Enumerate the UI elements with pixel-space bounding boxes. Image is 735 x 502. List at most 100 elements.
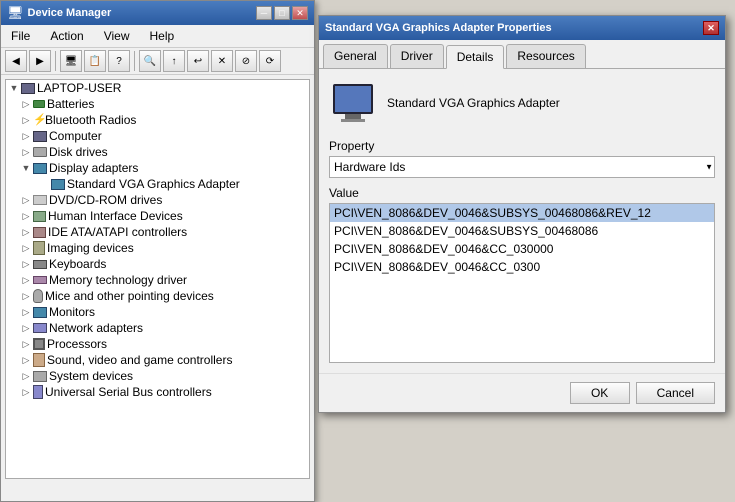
close-dm-button[interactable]: ✕	[292, 6, 308, 20]
mice-arrow: ▷	[20, 290, 32, 302]
tree-netadapters[interactable]: ▷ Network adapters	[6, 320, 309, 336]
tree-diskdrives[interactable]: ▷ Disk drives	[6, 144, 309, 160]
tree-computer[interactable]: ▷ Computer	[6, 128, 309, 144]
imaging-icon	[33, 241, 45, 255]
property-select-wrapper: Hardware Ids Compatible Ids Class Class …	[329, 156, 715, 178]
disable-button[interactable]: ⊘	[235, 50, 257, 72]
bluetooth-icon: ⚡	[33, 113, 43, 127]
forward-button[interactable]: ▶	[29, 50, 51, 72]
tab-resources[interactable]: Resources	[506, 44, 585, 68]
monitors-icon	[33, 307, 47, 318]
scan-button[interactable]: 🔍	[139, 50, 161, 72]
menu-file[interactable]: File	[5, 27, 36, 45]
tree-monitors[interactable]: ▷ Monitors	[6, 304, 309, 320]
help-button[interactable]: ?	[108, 50, 130, 72]
tree-root[interactable]: ▼ LAPTOP-USER	[6, 80, 309, 96]
rollback-button[interactable]: ↩	[187, 50, 209, 72]
diskdrives-arrow: ▷	[20, 146, 32, 158]
back-button[interactable]: ◀	[5, 50, 27, 72]
dvdrom-icon	[33, 195, 47, 205]
value-item-3[interactable]: PCI\VEN_8086&DEV_0046&CC_0300	[330, 258, 714, 276]
computer-icon-tree	[33, 131, 47, 142]
mice-icon	[33, 289, 43, 303]
imaging-arrow: ▷	[20, 242, 32, 254]
diskdrives-label: Disk drives	[49, 145, 108, 159]
memtech-arrow: ▷	[20, 274, 32, 286]
props-close-button[interactable]: ✕	[703, 21, 719, 35]
menu-help[interactable]: Help	[144, 27, 181, 45]
cancel-button[interactable]: Cancel	[636, 382, 715, 404]
tree-root-label: LAPTOP-USER	[37, 81, 121, 95]
tree-usb[interactable]: ▷ Universal Serial Bus controllers	[6, 384, 309, 400]
tree-imaging[interactable]: ▷ Imaging devices	[6, 240, 309, 256]
dm-window-controls: ─ □ ✕	[256, 6, 308, 20]
tree-keyboards[interactable]: ▷ Keyboards	[6, 256, 309, 272]
update-button[interactable]: ↑	[163, 50, 185, 72]
tree-memtech[interactable]: ▷ Memory technology driver	[6, 272, 309, 288]
bluetooth-arrow: ▷	[20, 114, 32, 126]
batteries-label: Batteries	[47, 97, 94, 111]
tree-batteries[interactable]: ▷ Batteries	[6, 96, 309, 112]
value-listbox[interactable]: PCI\VEN_8086&DEV_0046&SUBSYS_00468086&RE…	[329, 203, 715, 363]
sound-icon	[33, 353, 45, 367]
keyboards-label: Keyboards	[49, 257, 106, 271]
tree-sound[interactable]: ▷ Sound, video and game controllers	[6, 352, 309, 368]
property-label: Property	[329, 139, 715, 153]
tree-bluetooth[interactable]: ▷ ⚡ Bluetooth Radios	[6, 112, 309, 128]
hid-arrow: ▷	[20, 210, 32, 222]
usb-arrow: ▷	[20, 386, 32, 398]
computer-icon[interactable]: 🖥	[60, 50, 82, 72]
keyboards-icon	[33, 260, 47, 269]
device-manager-window: 🖥 Device Manager ─ □ ✕ File Action View …	[0, 0, 315, 502]
menu-view[interactable]: View	[98, 27, 136, 45]
dvdrom-arrow: ▷	[20, 194, 32, 206]
value-item-0[interactable]: PCI\VEN_8086&DEV_0046&SUBSYS_00468086&RE…	[330, 204, 714, 222]
netadapters-arrow: ▷	[20, 322, 32, 334]
tab-driver[interactable]: Driver	[390, 44, 444, 68]
properties-button[interactable]: 📋	[84, 50, 106, 72]
tree-dvdrom[interactable]: ▷ DVD/CD-ROM drives	[6, 192, 309, 208]
tab-general[interactable]: General	[323, 44, 388, 68]
ide-label: IDE ATA/ATAPI controllers	[48, 225, 187, 239]
restore-button[interactable]: □	[274, 6, 290, 20]
tree-displayadapters[interactable]: ▼ Display adapters	[6, 160, 309, 176]
computer-tree-icon	[21, 83, 35, 94]
tree-ide[interactable]: ▷ IDE ATA/ATAPI controllers	[6, 224, 309, 240]
sound-arrow: ▷	[20, 354, 32, 366]
toolbar-sep-1	[55, 51, 56, 71]
displayadapters-arrow: ▼	[20, 162, 32, 174]
tab-details[interactable]: Details	[446, 45, 505, 69]
memtech-label: Memory technology driver	[49, 273, 187, 287]
tree-system[interactable]: ▷ System devices	[6, 368, 309, 384]
processors-icon	[33, 338, 45, 350]
netadapters-icon	[33, 323, 47, 333]
value-label: Value	[329, 186, 715, 200]
system-label: System devices	[49, 369, 133, 383]
uninstall-button[interactable]: ✕	[211, 50, 233, 72]
tree-mice[interactable]: ▷ Mice and other pointing devices	[6, 288, 309, 304]
ok-button[interactable]: OK	[570, 382, 630, 404]
menu-action[interactable]: Action	[44, 27, 89, 45]
tree-hid[interactable]: ▷ Human Interface Devices	[6, 208, 309, 224]
properties-dialog: Standard VGA Graphics Adapter Properties…	[318, 15, 726, 413]
vga-icon	[51, 179, 65, 190]
bluetooth-label: Bluetooth Radios	[45, 113, 136, 127]
value-item-1[interactable]: PCI\VEN_8086&DEV_0046&SUBSYS_00468086	[330, 222, 714, 240]
scan2-button[interactable]: ⟳	[259, 50, 281, 72]
diskdrives-icon	[33, 147, 47, 157]
processors-label: Processors	[47, 337, 107, 351]
minimize-button[interactable]: ─	[256, 6, 272, 20]
hid-label: Human Interface Devices	[48, 209, 183, 223]
device-tree[interactable]: ▼ LAPTOP-USER ▷ Batteries ▷ ⚡ Bluetooth …	[5, 79, 310, 479]
tree-processors[interactable]: ▷ Processors	[6, 336, 309, 352]
toolbar: ◀ ▶ 🖥 📋 ? 🔍 ↑ ↩ ✕ ⊘ ⟳	[1, 48, 314, 75]
props-title: Standard VGA Graphics Adapter Properties	[325, 22, 552, 34]
value-item-2[interactable]: PCI\VEN_8086&DEV_0046&CC_030000	[330, 240, 714, 258]
sound-label: Sound, video and game controllers	[47, 353, 232, 367]
dm-titlebar: 🖥 Device Manager ─ □ ✕	[1, 1, 314, 25]
batteries-icon	[33, 100, 45, 108]
usb-label: Universal Serial Bus controllers	[45, 385, 212, 399]
property-select[interactable]: Hardware Ids Compatible Ids Class Class …	[329, 156, 715, 178]
tree-vgaadapter[interactable]: ▷ Standard VGA Graphics Adapter	[6, 176, 309, 192]
memtech-icon	[33, 276, 47, 284]
